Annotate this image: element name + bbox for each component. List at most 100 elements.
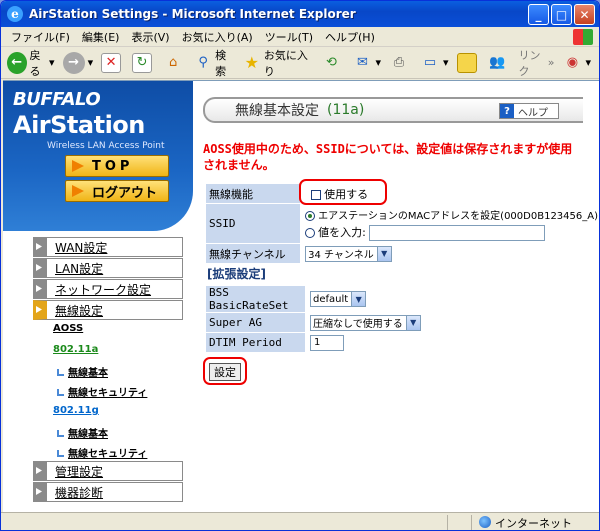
menu-edit[interactable]: 編集(E)	[76, 29, 126, 45]
main-panel: 無線基本設定 (11a) ? ヘルプ AOSS使用中のため、SSIDについては、…	[199, 81, 599, 512]
menu-file[interactable]: ファイル(F)	[5, 29, 76, 45]
nav-802-11a[interactable]: 802.11a	[53, 344, 98, 355]
search-label: 検索	[215, 48, 227, 78]
bss-value: default	[313, 293, 349, 305]
favorites-button[interactable]: ★ お気に入り	[243, 47, 314, 79]
logout-label: ログアウト	[92, 185, 158, 201]
nav-list-bottom: 管理設定 機器診断	[33, 461, 183, 503]
top-label: TOP	[92, 158, 134, 174]
messenger-button[interactable]: 👥	[488, 53, 511, 73]
security-zone: インターネット	[495, 517, 572, 530]
nav-diagnostics[interactable]: 機器診断	[33, 482, 183, 502]
row-superag: Super AG 圧縮なしで使用する ▼	[205, 312, 588, 333]
stop-button[interactable]: ✕	[101, 52, 124, 73]
forward-button[interactable]: → ▾	[62, 51, 93, 74]
title-bar: e AirStation Settings - Microsoft Intern…	[1, 1, 599, 27]
window-title: AirStation Settings - Microsoft Internet…	[29, 7, 356, 21]
nav-802-11g[interactable]: 802.11g	[53, 405, 99, 416]
back-label: 戻る	[29, 48, 41, 78]
ssid-cell: エアステーションのMACアドレスを設定(000D0B123456_A) 値を入力…	[300, 203, 599, 244]
bss-select[interactable]: default ▼	[310, 291, 367, 307]
links-button[interactable]: リンク »	[519, 47, 555, 79]
discuss-icon	[456, 52, 477, 73]
help-button[interactable]: ? ヘルプ	[499, 103, 559, 119]
superag-select[interactable]: 圧縮なしで使用する ▼	[310, 314, 421, 331]
nav-a-security-label: 無線セキュリティ	[68, 388, 148, 399]
status-divider	[447, 515, 448, 530]
back-arrow-icon: ←	[7, 51, 27, 74]
ssid-input-label: 値を入力:	[318, 225, 366, 239]
nav-a-basic[interactable]: 無線基本	[57, 364, 108, 379]
search-icon: ⚲	[198, 55, 208, 70]
dtim-input[interactable]: 1	[310, 334, 344, 351]
history-icon: ⟲	[325, 55, 337, 70]
edit-icon: ▭	[423, 55, 437, 70]
row-bss: BSS BasicRateSet default ▼	[205, 285, 588, 313]
search-button[interactable]: ⚲ 検索	[194, 47, 235, 79]
nav-lan[interactable]: LAN設定	[33, 258, 183, 278]
sidebar: BUFFALO AirStation Wireless LAN Access P…	[3, 81, 193, 512]
ssid-text-input[interactable]	[369, 224, 546, 241]
nav-admin[interactable]: 管理設定	[33, 461, 183, 481]
wireless-function-label: 無線機能	[204, 183, 302, 204]
nav-aoss[interactable]: AOSS	[53, 323, 83, 334]
messenger-icon: 👥	[489, 55, 506, 70]
mail-button[interactable]: ✉ ▾	[352, 53, 381, 73]
translate-button[interactable]: ◉ ▾	[562, 53, 591, 73]
ssid-mac-radio[interactable]: エアステーションのMACアドレスを設定(000D0B123456_A)	[305, 207, 598, 222]
ssid-mac-label: エアステーションのMACアドレスを設定(000D0B123456_A)	[318, 210, 598, 222]
tree-branch-icon	[57, 389, 64, 396]
home-button[interactable]: ⌂	[163, 53, 186, 73]
nav-g-basic[interactable]: 無線基本	[57, 425, 108, 440]
favorites-label: お気に入り	[263, 48, 308, 78]
stop-icon: ✕	[101, 52, 122, 73]
nav-wan-label: WAN設定	[55, 240, 108, 255]
chevron-down-icon: ▼	[376, 246, 391, 261]
menu-view[interactable]: 表示(V)	[125, 29, 175, 45]
back-button[interactable]: ← 戻る ▾	[7, 47, 55, 79]
discuss-button[interactable]	[456, 52, 480, 73]
channel-value: 34 チャンネル	[308, 250, 374, 261]
page-content: BUFFALO AirStation Wireless LAN Access P…	[3, 80, 599, 512]
extended-settings-title: [拡張設定]	[207, 267, 266, 281]
print-button[interactable]: ⎙	[389, 53, 412, 73]
menu-bar: ファイル(F) 編集(E) 表示(V) お気に入り(A) ツール(T) ヘルプ(…	[1, 27, 599, 47]
help-label: ヘルプ	[518, 107, 548, 119]
globe-icon	[479, 516, 491, 528]
refresh-button[interactable]: ↻	[132, 52, 155, 73]
close-button[interactable]: ✕	[574, 4, 595, 25]
minimize-button[interactable]: _	[528, 4, 549, 25]
ssid-input-radio[interactable]: 値を入力:	[305, 226, 366, 239]
home-icon: ⌂	[168, 55, 178, 70]
radio-selected	[305, 210, 316, 221]
menu-favorites[interactable]: お気に入り(A)	[176, 29, 259, 45]
nav-wireless[interactable]: 無線設定	[33, 300, 183, 320]
maximize-button[interactable]: □	[551, 4, 572, 25]
ssid-label: SSID	[204, 203, 302, 244]
channel-cell: 34 チャンネル ▼	[300, 243, 599, 264]
nav-diagnostics-label: 機器診断	[55, 485, 104, 500]
menu-tools[interactable]: ツール(T)	[259, 29, 319, 45]
bss-label: BSS BasicRateSet	[205, 285, 306, 313]
edit-button[interactable]: ▭ ▾	[420, 53, 449, 73]
menu-help[interactable]: ヘルプ(H)	[319, 29, 381, 45]
ie-icon: e	[7, 6, 23, 22]
row-dtim: DTIM Period 1	[205, 332, 588, 353]
nav-wan[interactable]: WAN設定	[33, 237, 183, 257]
superag-value: 圧縮なしで使用する	[313, 319, 403, 330]
settings-table: 無線機能 使用する SSID エアステーションのMACアドレスを設定(000D0…	[204, 183, 599, 264]
channel-select[interactable]: 34 チャンネル ▼	[305, 245, 392, 262]
nav-a-security[interactable]: 無線セキュリティ	[57, 384, 147, 399]
print-icon: ⎙	[393, 55, 405, 70]
history-button[interactable]: ⟲	[321, 53, 344, 73]
airstation-logo: AirStation	[13, 111, 145, 139]
arrow-right-icon	[72, 160, 84, 172]
nav-g-security-label: 無線セキュリティ	[68, 449, 148, 460]
radio-unselected	[305, 227, 316, 238]
refresh-icon: ↻	[132, 52, 153, 73]
top-button[interactable]: TOP	[65, 155, 169, 177]
nav-g-security[interactable]: 無線セキュリティ	[57, 445, 147, 460]
logout-button[interactable]: ログアウト	[65, 180, 169, 202]
nav-network[interactable]: ネットワーク設定	[33, 279, 183, 299]
nav-admin-label: 管理設定	[55, 464, 104, 479]
